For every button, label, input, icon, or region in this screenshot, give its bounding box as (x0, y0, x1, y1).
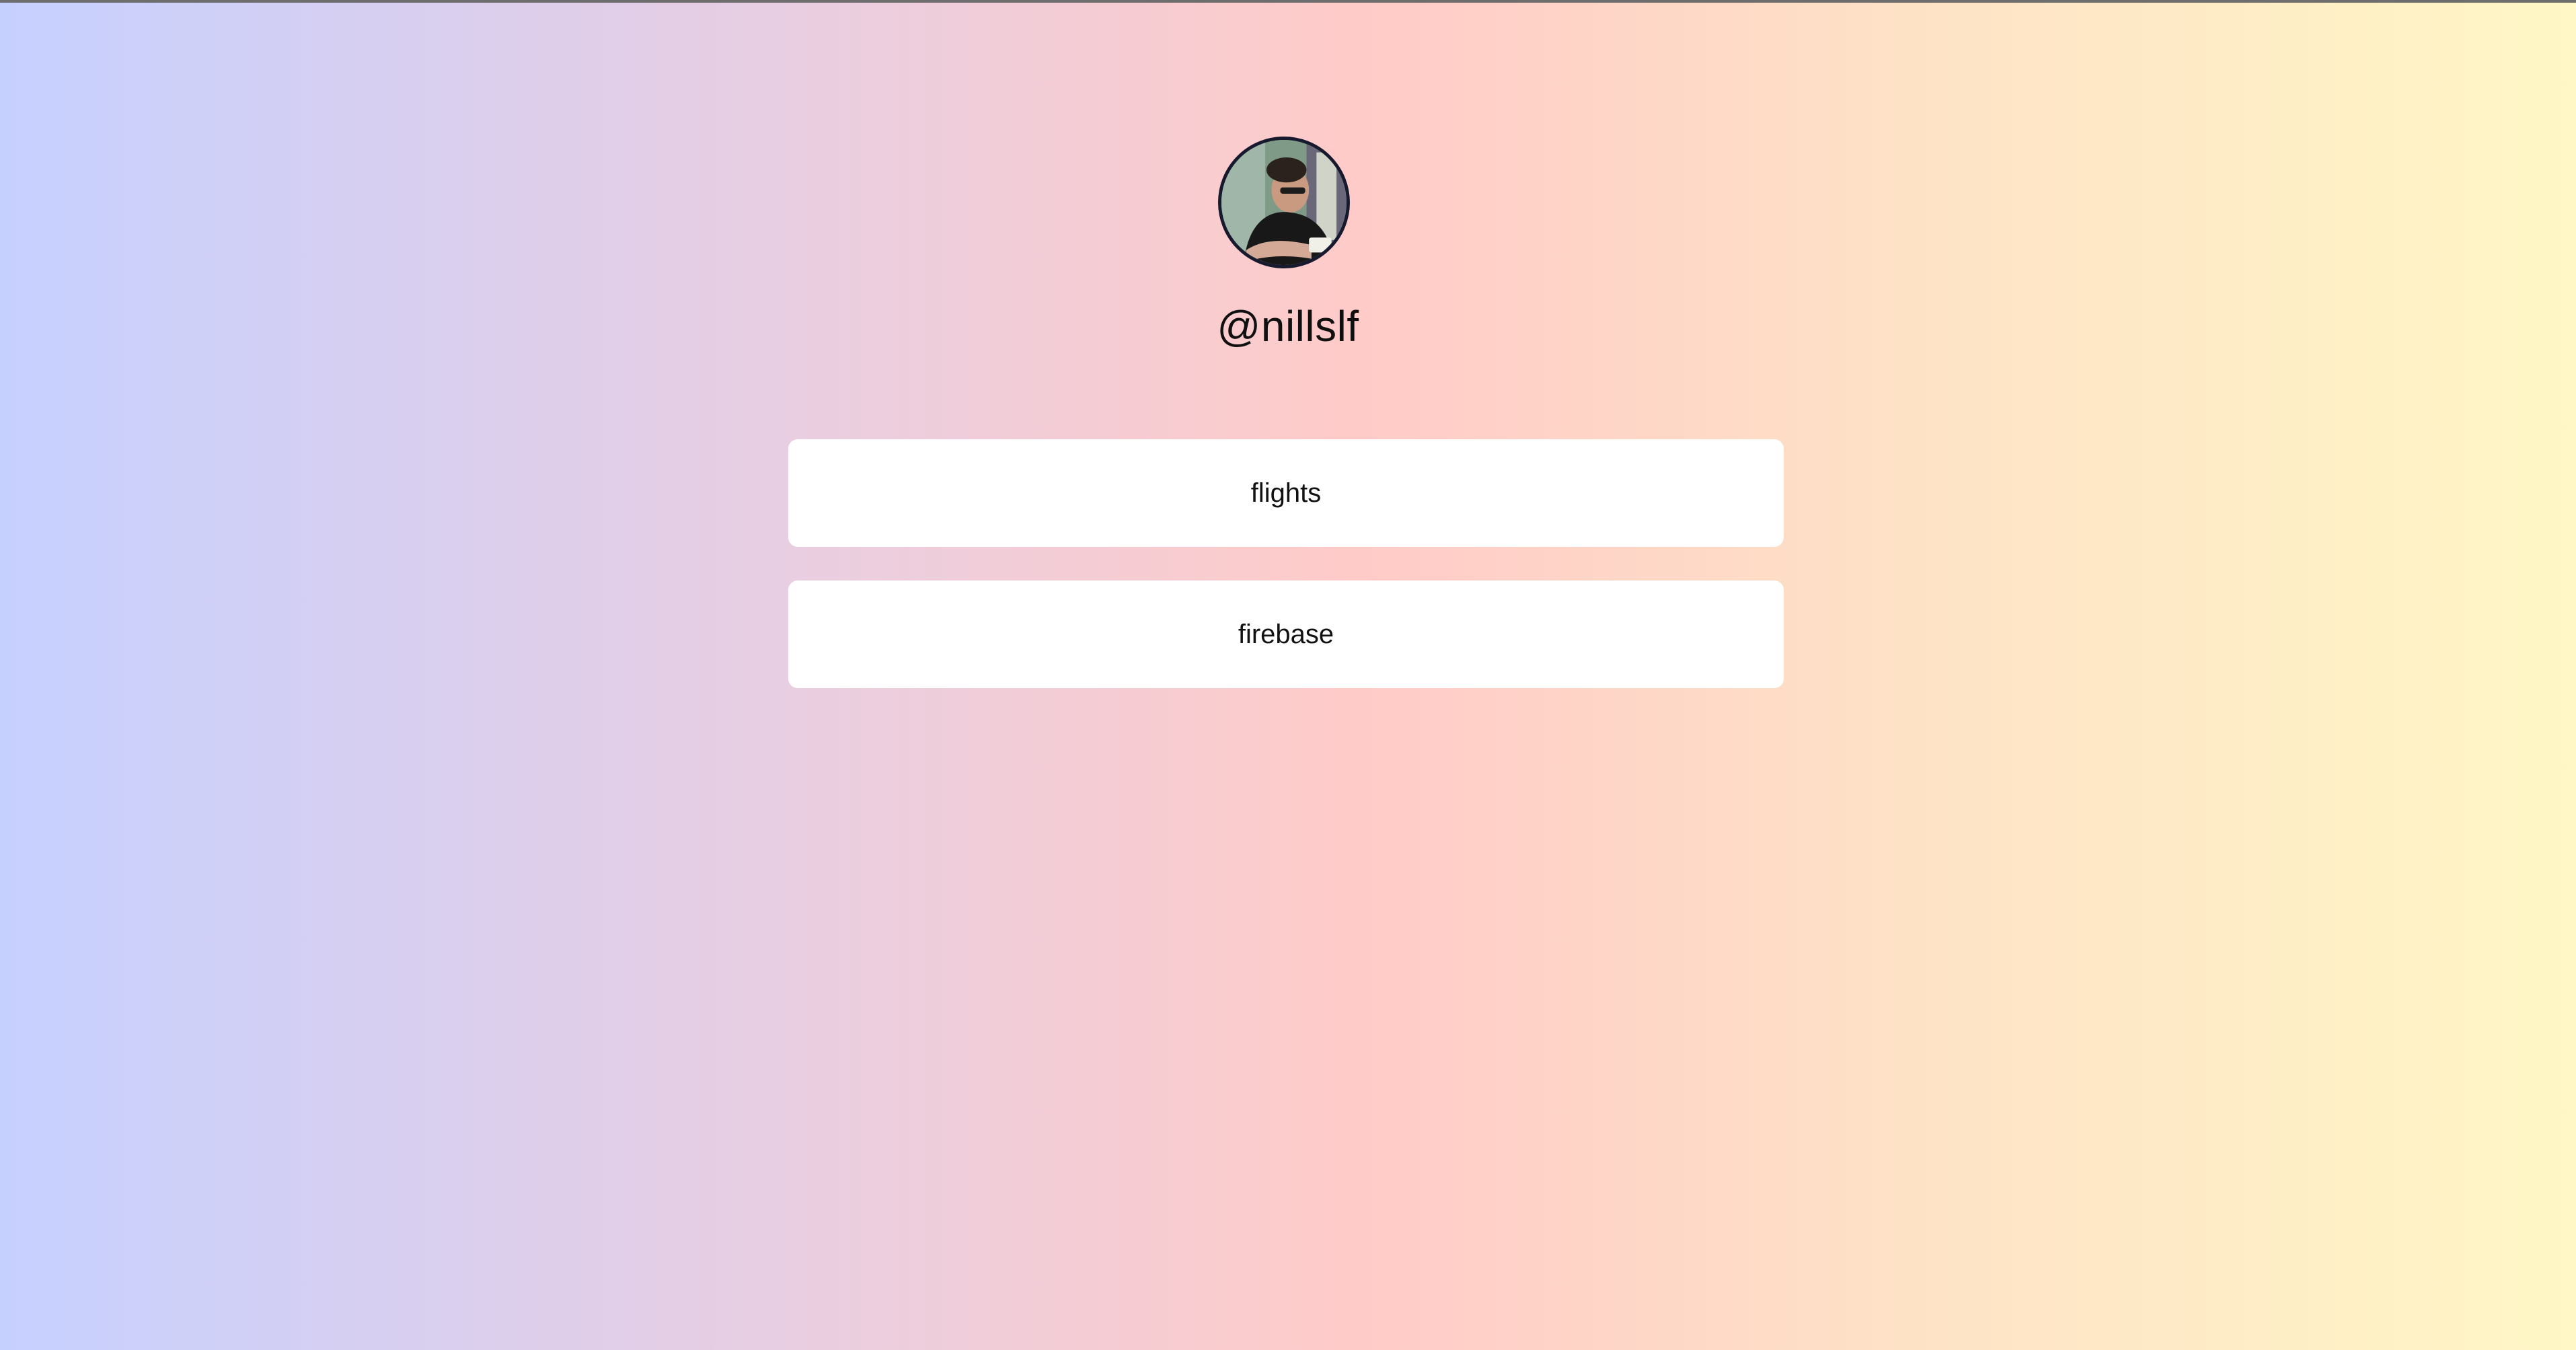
username: @nillslf (1217, 302, 1359, 350)
link-button-flights[interactable]: flights (788, 439, 1784, 547)
link-button-firebase[interactable]: firebase (788, 580, 1784, 688)
avatar (1218, 137, 1350, 268)
avatar-photo (1221, 140, 1347, 265)
link-label: firebase (1238, 619, 1334, 649)
top-border (0, 0, 2576, 3)
link-label: flights (1250, 478, 1322, 508)
